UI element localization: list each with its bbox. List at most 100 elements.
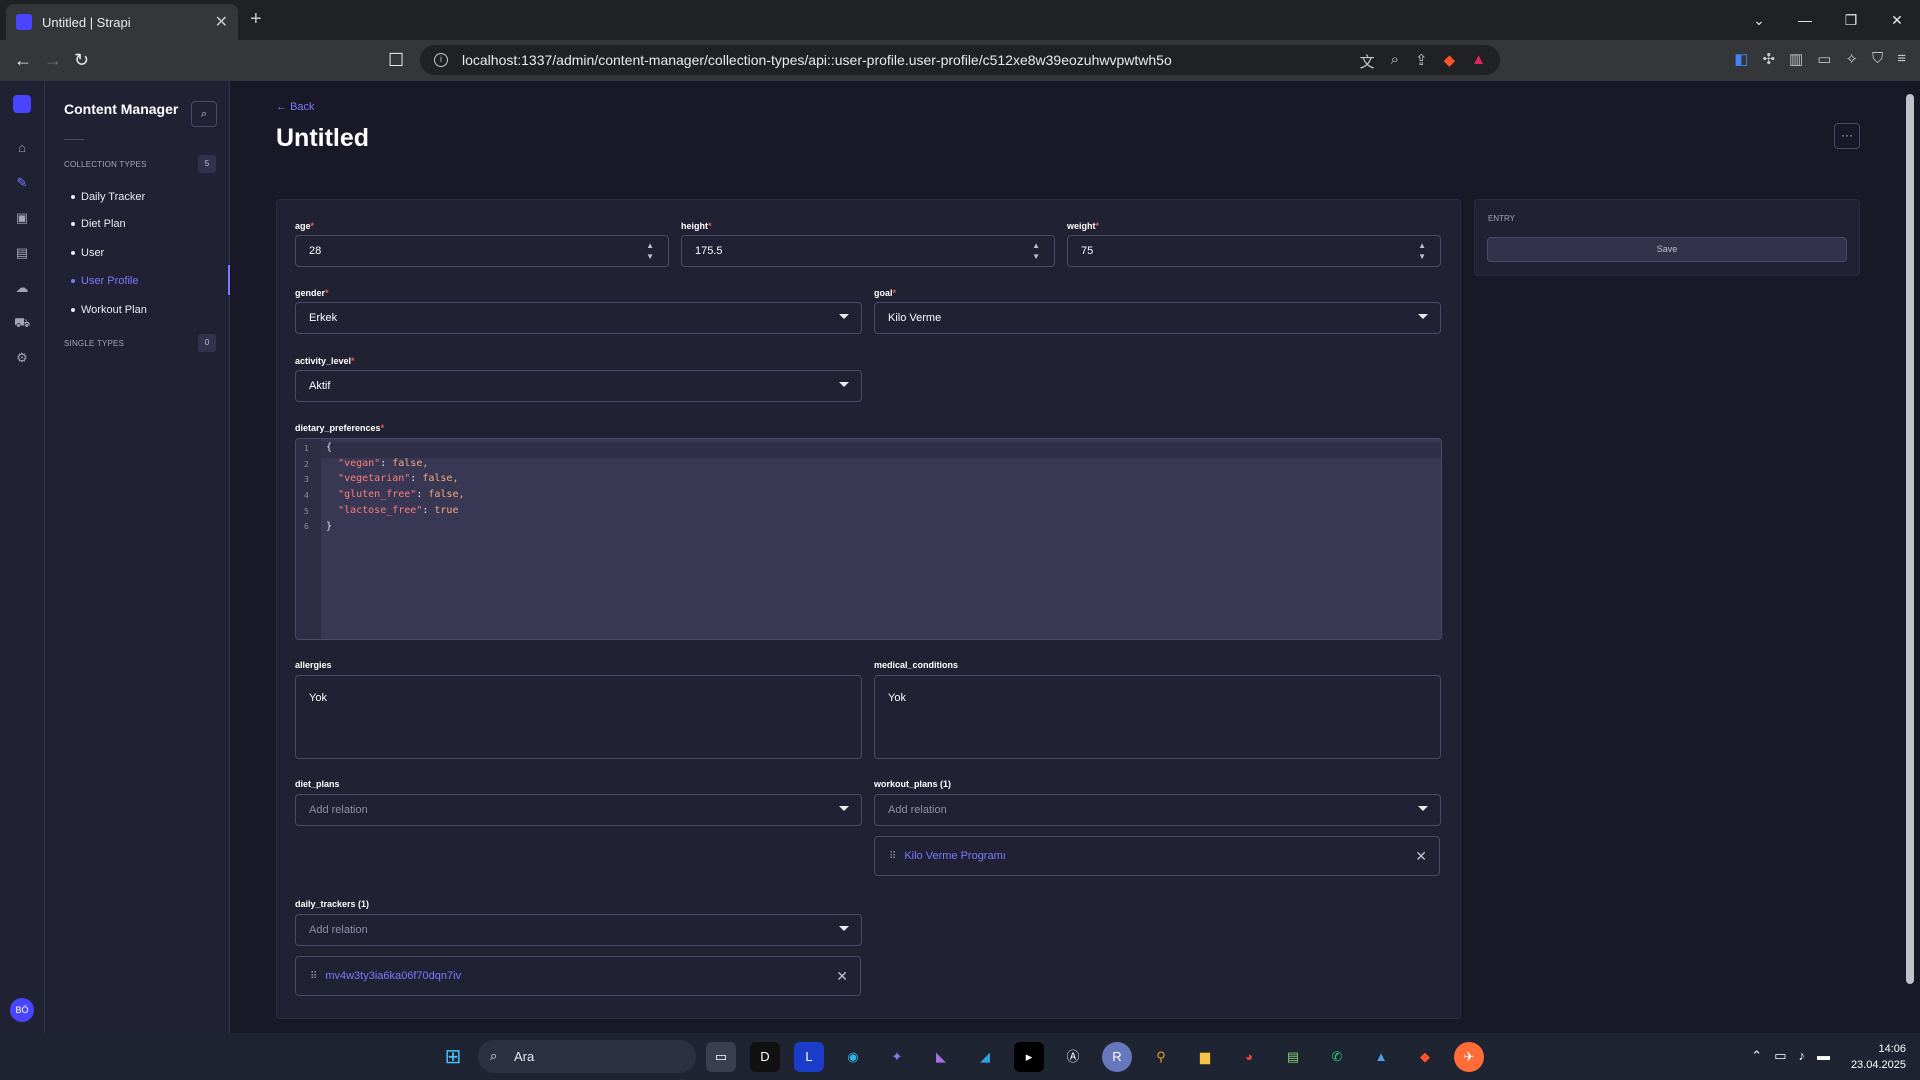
media-library-icon[interactable]: ▣	[14, 210, 30, 226]
save-button[interactable]: Save	[1487, 237, 1847, 262]
taskbar-search[interactable]: ⌕ Ara	[478, 1040, 696, 1073]
age-input[interactable]: 28 ▲ ▼	[295, 235, 669, 267]
forward-icon[interactable]: →	[44, 50, 62, 71]
new-tab-icon[interactable]: +	[250, 8, 262, 31]
leo-ai-icon[interactable]: ✧	[1845, 50, 1858, 68]
code-line: "vegetarian": false,	[338, 473, 459, 485]
battery-icon[interactable]: ▬	[1817, 1048, 1830, 1064]
json-editor[interactable]: 1 2 3 4 5 6 { "vegan": false, "vegetaria…	[295, 438, 1442, 640]
restore-icon[interactable]: ❐	[1828, 12, 1874, 29]
file-explorer-icon[interactable]: ▆	[1190, 1042, 1220, 1072]
relation-link[interactable]: Kilo Verme Programı	[904, 850, 1005, 862]
height-input[interactable]: 175.5 ▲ ▼	[681, 235, 1055, 267]
visual-studio-icon[interactable]: ◣	[926, 1042, 956, 1072]
app-d-icon[interactable]: D	[750, 1042, 780, 1072]
back-link[interactable]: ← Back	[276, 101, 315, 113]
stepper-icon[interactable]: ▲ ▼	[646, 240, 654, 262]
diet-plans-relation-select[interactable]: Add relation	[295, 794, 862, 826]
chevron-down-icon	[839, 926, 849, 931]
main-nav-rail: ⌂ ✎ ▣ ▤ ☁ ⛟ ⚙ BÖ	[0, 81, 45, 1033]
teams-icon[interactable]: ✦	[882, 1042, 912, 1072]
site-info-icon[interactable]: i	[434, 53, 448, 67]
reload-icon[interactable]: ↻	[74, 50, 89, 71]
goal-select[interactable]: Kilo Verme	[874, 302, 1441, 334]
more-actions-button[interactable]: ···	[1834, 123, 1860, 149]
single-types-count: 0	[198, 334, 216, 352]
stepper-icon[interactable]: ▲ ▼	[1032, 240, 1040, 262]
allergies-textarea[interactable]: Yok	[295, 675, 862, 759]
network-icon[interactable]: ▭	[1774, 1048, 1786, 1064]
sidebar-item-user[interactable]: User	[64, 242, 230, 264]
sidebar-toggle-icon[interactable]: ▥	[1789, 50, 1803, 68]
edge-icon[interactable]: ◉	[838, 1042, 868, 1072]
postman-icon[interactable]: ✈	[1454, 1042, 1484, 1072]
daily-trackers-relation-select[interactable]: Add relation	[295, 914, 862, 946]
weight-input[interactable]: 75 ▲ ▼	[1067, 235, 1441, 267]
gender-select[interactable]: Erkek	[295, 302, 862, 334]
drag-handle-icon[interactable]: ⠿	[310, 971, 317, 982]
bookmark-icon[interactable]: ☐	[388, 50, 404, 71]
wallet-icon[interactable]: ▭	[1817, 50, 1831, 68]
vpn-icon[interactable]: ⛉	[1872, 50, 1883, 68]
extensions-icon[interactable]: ✣	[1762, 50, 1775, 68]
minimize-icon[interactable]: —	[1782, 12, 1828, 28]
user-avatar[interactable]: BÖ	[10, 998, 34, 1022]
photos-icon[interactable]: ▲	[1366, 1042, 1396, 1072]
brave-shield-icon[interactable]: ◆	[1444, 51, 1456, 72]
drag-handle-icon[interactable]: ⠿	[889, 851, 896, 862]
browser-tab[interactable]: Untitled | Strapi ✕	[6, 4, 238, 40]
remove-relation-icon[interactable]: ✕	[836, 968, 848, 985]
terminal-icon[interactable]: ▸	[1014, 1042, 1044, 1072]
translate-icon[interactable]: 文	[1360, 51, 1375, 72]
sidebar-item-workout-plan[interactable]: Workout Plan	[64, 299, 230, 321]
windows-start-icon[interactable]: ⊞	[438, 1042, 468, 1072]
daily-trackers-label: daily_trackers (1)	[295, 899, 370, 909]
chrome-icon[interactable]: ◕	[1234, 1042, 1264, 1072]
daily-tracker-relation-item[interactable]: ⠿ mv4w3ty3ia6ka06f70dqn7iv ✕	[295, 956, 861, 996]
stepper-icon[interactable]: ▲ ▼	[1418, 240, 1426, 262]
translate-extension-icon[interactable]: ◧	[1734, 50, 1748, 68]
whatsapp-icon[interactable]: ✆	[1322, 1042, 1352, 1072]
task-view-icon[interactable]: ▭	[706, 1042, 736, 1072]
address-bar[interactable]: i localhost:1337/admin/content-manager/c…	[420, 45, 1500, 75]
close-tab-icon[interactable]: ✕	[215, 12, 228, 32]
app-l-icon[interactable]: L	[794, 1042, 824, 1072]
sidebar-item-user-profile[interactable]: User Profile	[64, 265, 230, 295]
search-icon: ⌕	[490, 1048, 498, 1063]
brave-icon[interactable]: ◆	[1410, 1042, 1440, 1072]
taskbar-clock[interactable]: 14:06 23.04.2025	[1851, 1041, 1906, 1073]
workout-plans-relation-select[interactable]: Add relation	[874, 794, 1441, 826]
cloud-icon[interactable]: ☁	[14, 280, 30, 296]
volume-icon[interactable]: ♪	[1799, 1048, 1806, 1064]
code-line: "gluten_free": false,	[338, 489, 465, 501]
settings-icon[interactable]: ⚙	[14, 350, 30, 366]
notepad-icon[interactable]: ▤	[1278, 1042, 1308, 1072]
app-r-icon[interactable]: R	[1102, 1042, 1132, 1072]
close-window-icon[interactable]: ✕	[1874, 12, 1920, 29]
content-type-builder-icon[interactable]: ▤	[14, 245, 30, 261]
workout-plan-relation-item[interactable]: ⠿ Kilo Verme Programı ✕	[874, 836, 1440, 876]
content-manager-icon[interactable]: ✎	[14, 175, 30, 191]
app-store-icon[interactable]: Ⓐ	[1058, 1042, 1088, 1072]
search-app-icon[interactable]: ⚲	[1146, 1042, 1176, 1072]
sidebar-item-daily-tracker[interactable]: Daily Tracker	[64, 186, 230, 208]
share-icon[interactable]: ⇪	[1415, 51, 1428, 72]
search-icon[interactable]: ⌕	[191, 101, 217, 127]
marketplace-icon[interactable]: ⛟	[14, 315, 30, 331]
vscode-icon[interactable]: ◢	[970, 1042, 1000, 1072]
strapi-logo[interactable]	[13, 95, 31, 113]
back-icon[interactable]: ←	[14, 50, 32, 71]
sidebar-item-diet-plan[interactable]: Diet Plan	[64, 213, 230, 235]
tab-list-icon[interactable]: ⌄	[1736, 12, 1782, 29]
medical-conditions-textarea[interactable]: Yok	[874, 675, 1441, 759]
home-icon[interactable]: ⌂	[14, 140, 30, 156]
page-scrollbar[interactable]	[1906, 94, 1914, 984]
zoom-icon[interactable]: ⌕	[1391, 51, 1399, 72]
menu-icon[interactable]: ≡	[1897, 50, 1906, 68]
brave-rewards-icon[interactable]: ▲	[1471, 51, 1486, 72]
remove-relation-icon[interactable]: ✕	[1415, 848, 1427, 865]
gender-label: gender*	[295, 288, 329, 298]
relation-link[interactable]: mv4w3ty3ia6ka06f70dqn7iv	[325, 970, 461, 982]
chevron-up-icon[interactable]: ⌃	[1751, 1048, 1762, 1064]
activity-level-select[interactable]: Aktif	[295, 370, 862, 402]
